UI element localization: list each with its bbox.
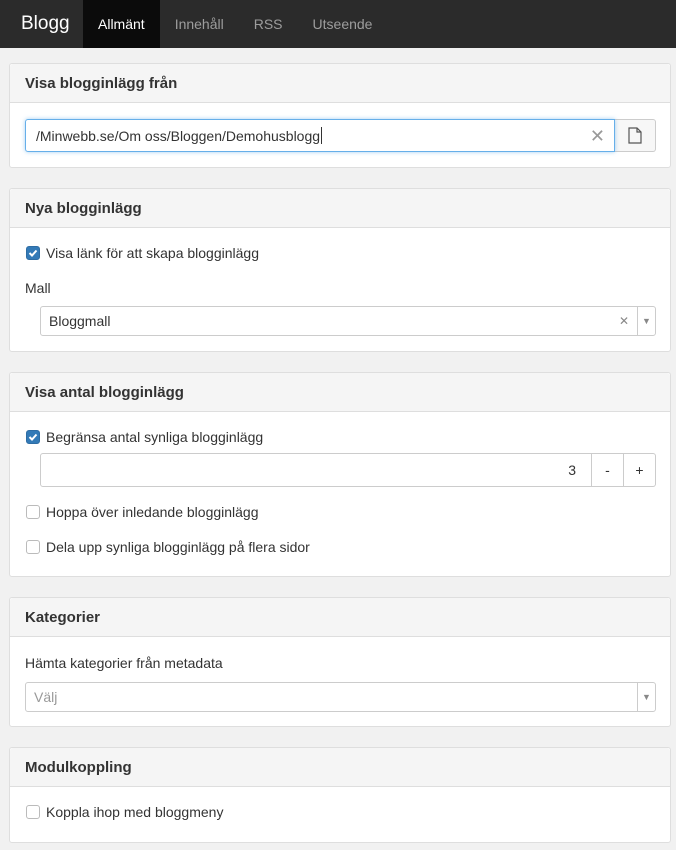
check-icon [28, 433, 38, 441]
count-panel-title: Visa antal blogginlägg [10, 373, 670, 412]
skip-checkbox[interactable] [26, 505, 40, 519]
chevron-down-icon[interactable]: ▼ [637, 307, 655, 335]
show-create-link-label: Visa länk för att skapa blogginlägg [46, 245, 259, 261]
link-menu-row[interactable]: Koppla ihop med bloggmeny [26, 804, 223, 820]
template-select[interactable]: Bloggmall ✕ ▼ [40, 306, 656, 336]
new-posts-panel-title: Nya blogginlägg [10, 189, 670, 228]
tab-allmant[interactable]: Allmänt [83, 0, 160, 48]
skip-row[interactable]: Hoppa över inledande blogginlägg [26, 504, 259, 520]
source-path-value: /Minwebb.se/Om oss/Bloggen/Demohusblogg [36, 127, 321, 144]
check-icon [28, 249, 38, 257]
metadata-label: Hämta kategorier från metadata [25, 655, 223, 671]
limit-checkbox[interactable] [26, 430, 40, 444]
categories-select-placeholder: Välj [34, 689, 58, 705]
tab-innehall[interactable]: Innehåll [160, 0, 239, 48]
paginate-row[interactable]: Dela upp synliga blogginlägg på flera si… [26, 539, 310, 555]
categories-panel: Kategorier Hämta kategorier från metadat… [9, 597, 671, 727]
paginate-checkbox[interactable] [26, 540, 40, 554]
link-menu-checkbox[interactable] [26, 805, 40, 819]
tab-utseende[interactable]: Utseende [298, 0, 388, 48]
increment-button[interactable]: + [624, 453, 656, 487]
clear-icon[interactable]: ✕ [611, 314, 637, 328]
cursor [321, 127, 323, 144]
limit-label: Begränsa antal synliga blogginlägg [46, 429, 264, 445]
brand-title: Blogg [21, 13, 70, 34]
limit-row[interactable]: Begränsa antal synliga blogginlägg [26, 429, 263, 445]
categories-select[interactable]: Välj ▼ [25, 682, 656, 712]
categories-panel-title: Kategorier [10, 598, 670, 637]
chevron-down-icon[interactable]: ▼ [637, 683, 655, 711]
template-select-value: Bloggmall [49, 313, 111, 329]
module-panel: Modulkoppling Koppla ihop med bloggmeny [9, 747, 671, 843]
limit-stepper: 3 - + [40, 453, 656, 487]
source-panel-title: Visa blogginlägg från [10, 64, 670, 103]
count-panel: Visa antal blogginlägg Begränsa antal sy… [9, 372, 671, 577]
paginate-label: Dela upp synliga blogginlägg på flera si… [46, 539, 310, 555]
source-path-row: /Minwebb.se/Om oss/Bloggen/Demohusblogg … [25, 119, 656, 152]
clear-icon[interactable]: ✕ [590, 126, 605, 146]
template-label: Mall [25, 280, 51, 296]
module-panel-title: Modulkoppling [10, 748, 670, 787]
link-menu-label: Koppla ihop med bloggmeny [46, 804, 224, 820]
show-create-link-row[interactable]: Visa länk för att skapa blogginlägg [26, 245, 259, 261]
source-panel: Visa blogginlägg från /Minwebb.se/Om oss… [9, 63, 671, 168]
limit-input[interactable]: 3 [40, 453, 592, 487]
tab-rss[interactable]: RSS [239, 0, 298, 48]
decrement-button[interactable]: - [592, 453, 624, 487]
top-navbar: Blogg Allmänt Innehåll RSS Utseende [0, 0, 676, 48]
new-posts-panel: Nya blogginlägg Visa länk för att skapa … [9, 188, 671, 352]
skip-label: Hoppa över inledande blogginlägg [46, 504, 259, 520]
file-icon [628, 127, 642, 144]
browse-file-button[interactable] [615, 119, 656, 152]
show-create-link-checkbox[interactable] [26, 246, 40, 260]
source-path-input[interactable]: /Minwebb.se/Om oss/Bloggen/Demohusblogg … [25, 119, 615, 152]
